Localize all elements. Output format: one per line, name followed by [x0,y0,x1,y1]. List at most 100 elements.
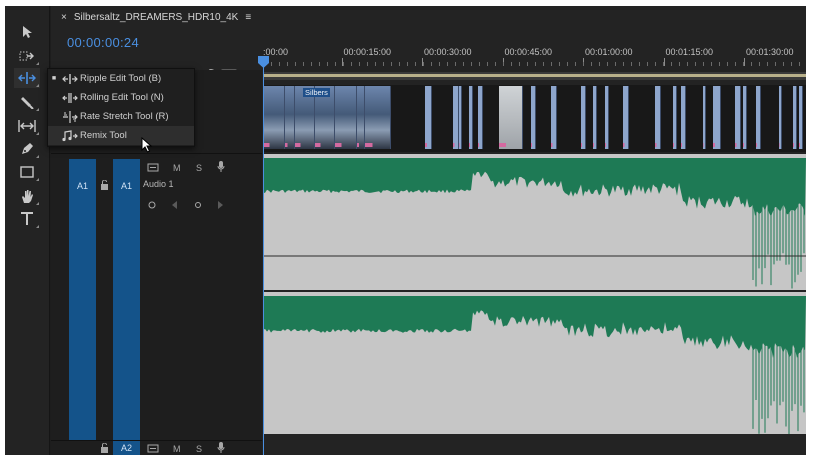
video-clip[interactable] [478,86,483,149]
ruler-minor-tick [399,62,400,66]
video-clip[interactable] [703,86,706,149]
clip-marker [756,143,760,147]
track-target-label: A1 [120,181,132,191]
microphone-icon[interactable] [217,161,225,173]
video-clip[interactable] [469,86,473,149]
ruler-minor-tick [311,62,312,66]
menu-item-remix[interactable]: Remix Tool [48,126,194,145]
microphone-icon[interactable] [217,442,225,454]
ruler-minor-tick [479,62,480,66]
playhead-timecode[interactable]: 00:00:00:24 [67,35,139,50]
video-clip[interactable] [799,86,803,149]
sync-lock-icon[interactable] [147,163,159,172]
mute-button[interactable]: M [173,163,181,173]
ruler-minor-tick [415,62,416,66]
work-area-bar[interactable] [263,72,806,80]
selection-tool[interactable] [14,22,40,42]
playhead-handle[interactable] [258,56,269,68]
ripple-edit-icon [18,72,36,84]
menu-item-rate-stretch[interactable]: Rate Stretch Tool (R) [48,107,194,126]
ruler-minor-tick [471,62,472,66]
playhead[interactable] [263,58,264,455]
track-select-tool[interactable] [14,46,40,66]
video-clip[interactable] [673,86,677,149]
ruler-minor-tick [367,62,368,66]
pen-tool[interactable] [14,139,40,159]
clip-marker [581,143,585,147]
video-clip[interactable] [285,86,295,149]
slip-tool[interactable] [14,116,40,136]
ruler-minor-tick [719,62,720,66]
video-clip[interactable] [743,86,747,149]
type-tool[interactable] [14,209,40,229]
ruler-minor-tick [343,62,344,66]
video-clip[interactable] [335,86,357,149]
ruler-minor-tick [535,62,536,66]
menu-item-rolling-edit[interactable]: Rolling Edit Tool (N) [48,88,194,107]
clip-marker [315,143,334,147]
video-clip[interactable] [605,86,609,149]
rolling-edit-icon [62,92,78,103]
lock-icon[interactable] [100,180,109,190]
video-clip[interactable] [581,86,586,149]
ruler-minor-tick [575,62,576,66]
time-ruler[interactable]: :00:00 00:00:15:00 00:00:30:00 00:00:45:00 0… [261,42,806,72]
video-clip[interactable] [779,86,782,149]
render-bar [263,74,806,77]
premiere-timeline-window: × Silbersaltz_DREAMERS_HDR10_4K ≡ 00:00:… [5,6,806,455]
source-patch-a1[interactable]: A1 [69,159,96,444]
clip-marker [713,143,720,147]
ruler-minor-tick [455,62,456,66]
video-clip[interactable] [793,86,797,149]
ruler-minor-tick [591,62,592,66]
video-clip[interactable] [459,86,462,149]
ruler-minor-tick [287,62,288,66]
clip-marker [365,143,390,147]
add-keyframe-icon[interactable] [194,201,202,209]
video-clip[interactable] [655,86,661,149]
previous-keyframe-icon[interactable] [171,201,178,209]
video-clip[interactable] [623,86,629,149]
ruler-minor-tick [423,62,424,66]
clip-marker [799,143,802,147]
track-target-a1[interactable]: A1 [113,159,140,444]
next-keyframe-icon[interactable] [217,201,224,209]
panel-menu-icon[interactable]: ≡ [245,12,251,23]
solo-button[interactable]: S [196,444,202,454]
video-clip[interactable] [735,86,741,149]
video-clip[interactable] [593,86,597,149]
solo-button[interactable]: S [196,163,202,173]
ruler-minor-tick [359,62,360,66]
waveform-shape [263,158,806,217]
video-clip[interactable] [713,86,721,149]
razor-tool[interactable] [14,92,40,112]
lock-icon[interactable] [100,443,109,453]
video-clip[interactable] [531,86,536,149]
hand-tool[interactable] [14,186,40,206]
video-clip[interactable] [499,86,523,149]
video-clip[interactable] [551,86,557,149]
ruler-minor-tick [503,62,504,66]
video-clip[interactable] [357,86,365,149]
clip-marker [531,143,535,147]
ruler-minor-tick [711,62,712,66]
menu-item-ripple-edit[interactable]: ■ Ripple Edit Tool (B) [48,69,194,88]
video-clip[interactable] [681,86,686,149]
sequence-tab[interactable]: × Silbersaltz_DREAMERS_HDR10_4K ≡ [61,12,251,23]
video-clip[interactable] [365,86,391,149]
track-target-a2[interactable]: A2 [113,441,140,455]
close-icon[interactable]: × [61,12,67,23]
ripple-edit-tool[interactable] [14,68,40,88]
video-clip[interactable] [756,86,761,149]
sync-lock-icon[interactable] [147,444,159,453]
ruler-minor-tick [663,62,664,66]
video-clip[interactable] [263,86,285,149]
rectangle-tool[interactable] [14,162,40,182]
ruler-minor-tick [431,62,432,66]
audio-track-a1-right[interactable] [263,292,806,434]
keyframe-toggle-icon[interactable] [147,200,157,210]
video-track-v1[interactable]: Silbers [263,85,806,152]
mute-button[interactable]: M [173,444,181,454]
audio-track-a1[interactable] [263,154,806,290]
video-clip[interactable] [425,86,432,149]
